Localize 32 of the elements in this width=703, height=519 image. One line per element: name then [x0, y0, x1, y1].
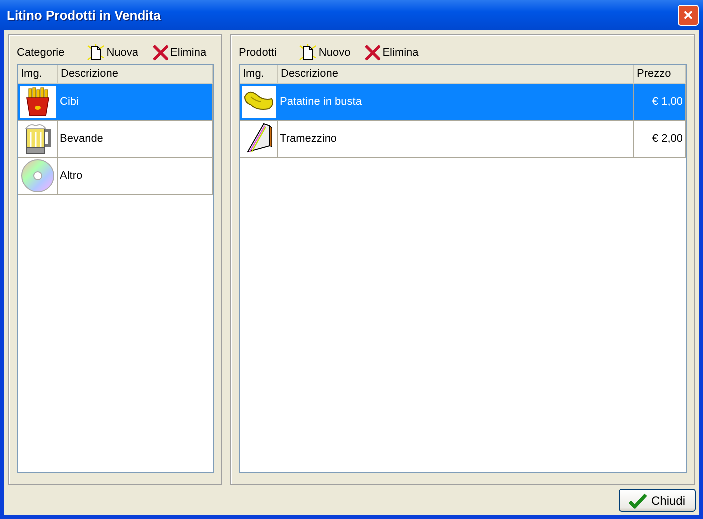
price-cell: € 1,00	[634, 84, 686, 120]
price-cell: € 2,00	[634, 121, 686, 157]
disc-icon	[20, 159, 54, 193]
list-row[interactable]: Altro	[18, 158, 213, 195]
column-header[interactable]: Descrizione	[278, 65, 634, 83]
column-header[interactable]: Prezzo	[634, 65, 686, 83]
checkmark-icon	[629, 492, 648, 508]
description-cell: Bevande	[58, 121, 213, 157]
section-label: Categorie	[17, 47, 65, 59]
new-button[interactable]: Nuova	[86, 44, 138, 62]
delete-button[interactable]: Elimina	[364, 45, 419, 61]
new-document-icon	[298, 44, 317, 62]
list-row[interactable]: Tramezzino € 2,00	[240, 121, 686, 158]
description-cell: Altro	[58, 158, 213, 194]
window-title: Litino Prodotti in Vendita	[7, 8, 161, 22]
delete-x-icon	[364, 45, 381, 61]
column-header[interactable]: Descrizione	[58, 65, 213, 83]
description-cell: Patatine in busta	[278, 84, 634, 120]
column-header[interactable]: Img.	[240, 65, 278, 83]
new-document-icon	[86, 44, 105, 62]
list-row[interactable]: Patatine in busta € 1,00	[240, 84, 686, 121]
close-button[interactable]: ✕	[678, 4, 699, 26]
list-row[interactable]: Bevande	[18, 121, 213, 158]
column-header[interactable]: Img.	[18, 65, 58, 83]
description-cell: Cibi	[58, 84, 213, 120]
section-label: Prodotti	[239, 47, 277, 59]
description-cell: Tramezzino	[278, 121, 634, 157]
new-button[interactable]: Nuovo	[298, 44, 351, 62]
close-dialog-button[interactable]: Chiudi	[619, 489, 696, 512]
delete-button[interactable]: Elimina	[152, 45, 207, 61]
delete-x-icon	[152, 45, 168, 61]
list-row[interactable]: Cibi	[18, 84, 213, 121]
